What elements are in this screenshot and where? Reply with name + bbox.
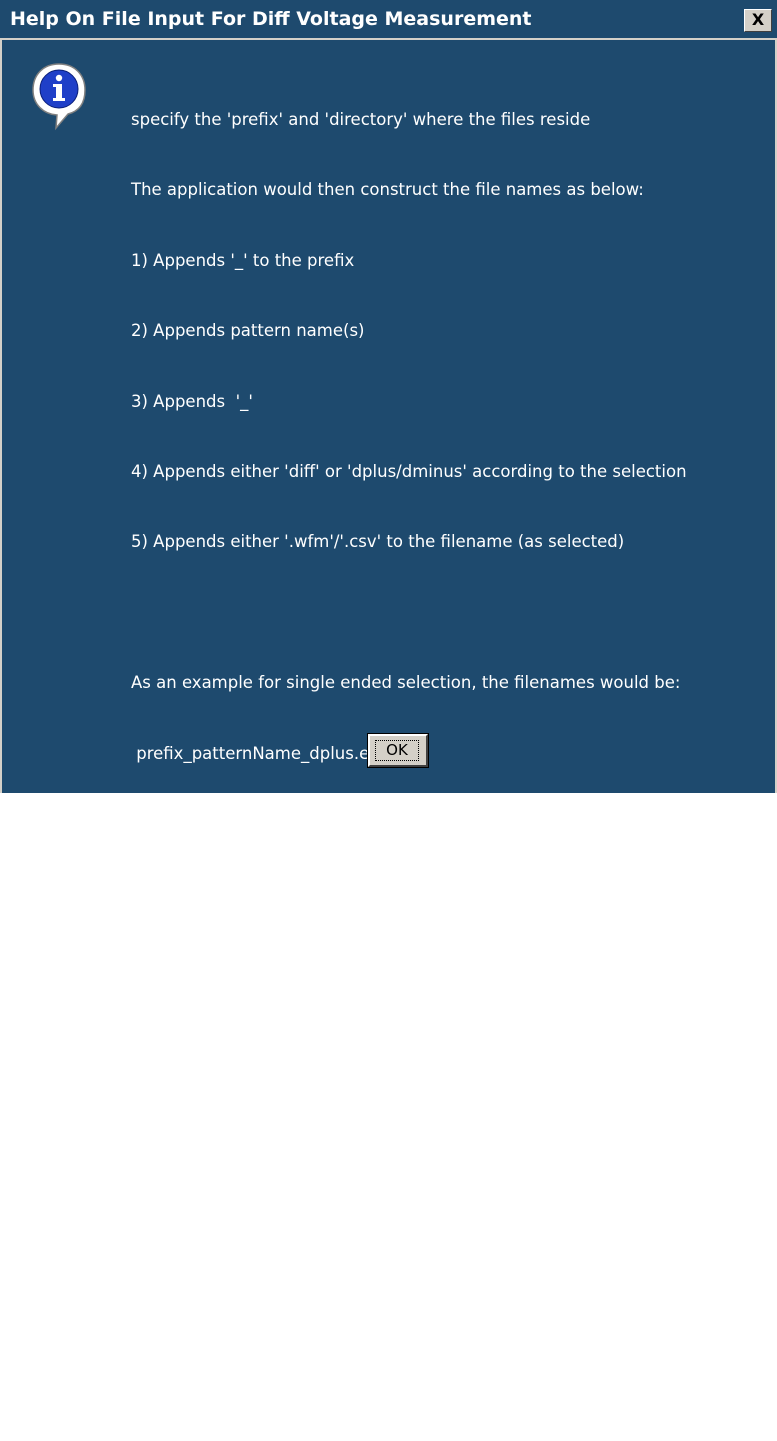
dialog-title: Help On File Input For Diff Voltage Meas… bbox=[10, 8, 532, 30]
message-line: prefix_patternName_dplus.ext bbox=[131, 743, 386, 763]
message-line: specify the 'prefix' and 'directory' whe… bbox=[131, 110, 591, 129]
message-line: ext - could be either wfm/csv bbox=[131, 1377, 372, 1397]
ok-button-label: OK bbox=[375, 740, 419, 761]
message-line: 4) Appends either 'diff' or 'dplus/dminu… bbox=[131, 461, 687, 481]
message-line: 1) Appends '_' to the prefix bbox=[131, 250, 355, 270]
message-line: 5) Appends either '.wfm'/'.csv' to the f… bbox=[131, 532, 625, 552]
message-line bbox=[131, 597, 771, 629]
message-line: As an example for single ended selection… bbox=[131, 673, 681, 693]
message-line: prefix - user defined bbox=[131, 1236, 298, 1256]
message-line bbox=[131, 1089, 771, 1121]
window-border-left bbox=[0, 40, 2, 793]
message-line: 2) Appends pattern name(s) bbox=[131, 321, 365, 341]
message-line bbox=[131, 878, 771, 910]
message-line: prefix_patternName_dminus.ext bbox=[131, 813, 402, 833]
close-button[interactable]: X bbox=[744, 9, 772, 32]
message-line: patternName - HFTP/MFTP/LFTP/LBP bbox=[131, 1306, 428, 1326]
message-line: Where: bbox=[131, 1165, 191, 1185]
info-icon bbox=[32, 63, 86, 131]
message-line: and for Differential selection bbox=[131, 954, 367, 974]
message-line: The application would then construct the… bbox=[131, 180, 644, 200]
message-line: prefix_patternName_diff.ext bbox=[131, 1025, 362, 1045]
help-dialog: Help On File Input For Diff Voltage Meas… bbox=[0, 0, 777, 1396]
ok-button[interactable]: OK bbox=[367, 733, 429, 768]
message-line: 3) Appends '_' bbox=[131, 391, 253, 411]
help-message: specify the 'prefix' and 'directory' whe… bbox=[131, 66, 771, 1441]
title-bar[interactable]: Help On File Input For Diff Voltage Meas… bbox=[0, 0, 777, 40]
